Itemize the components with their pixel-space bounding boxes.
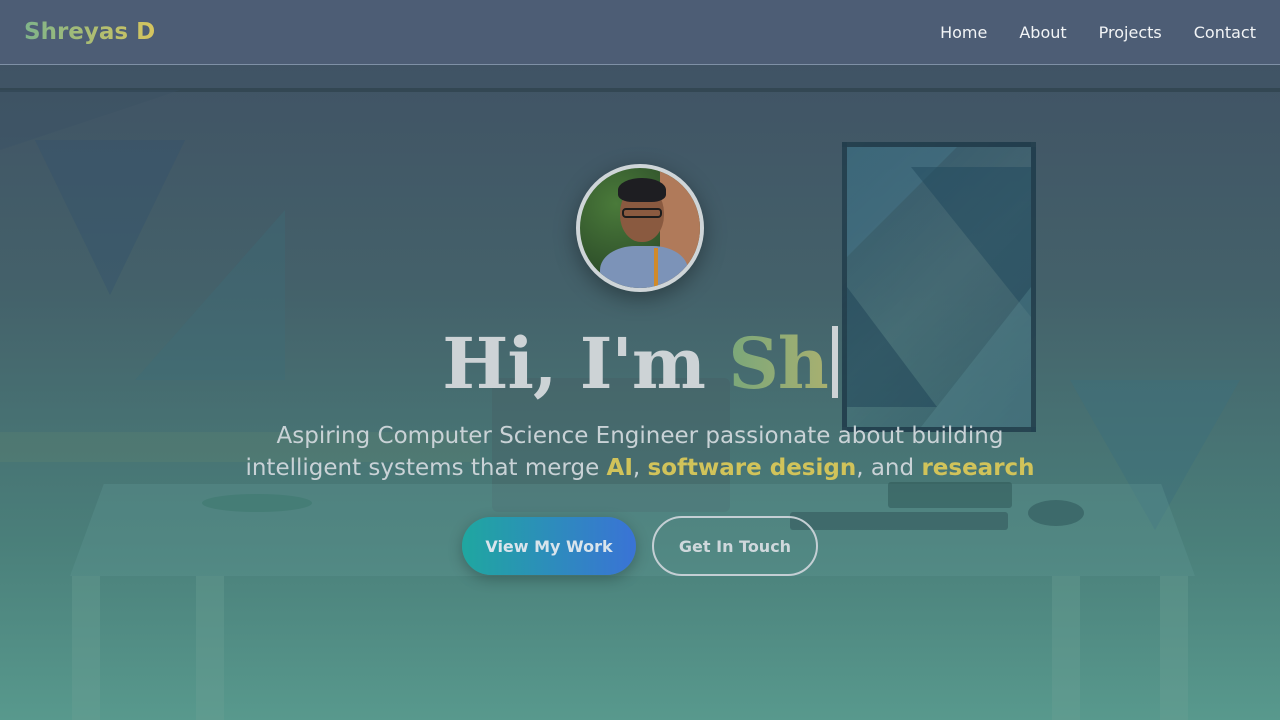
hero-greeting: Hi, I'm — [442, 322, 729, 405]
highlight-ai: AI — [606, 455, 633, 481]
hero-headline: Hi, I'm Sh — [0, 322, 1280, 406]
hero-section: Hi, I'm Sh Aspiring Computer Science Eng… — [0, 0, 1280, 720]
subtitle-separator: , — [632, 455, 648, 481]
highlight-software-design: software design — [647, 455, 857, 481]
get-in-touch-button[interactable]: Get In Touch — [652, 516, 818, 576]
hero-typed-name: Sh — [728, 322, 828, 405]
view-my-work-button[interactable]: View My Work — [462, 517, 636, 575]
avatar — [576, 164, 704, 292]
typing-cursor — [831, 326, 838, 398]
highlight-research: research — [921, 455, 1035, 481]
subtitle-separator: , and — [856, 455, 922, 481]
hero-subtitle: Aspiring Computer Science Engineer passi… — [240, 420, 1040, 484]
